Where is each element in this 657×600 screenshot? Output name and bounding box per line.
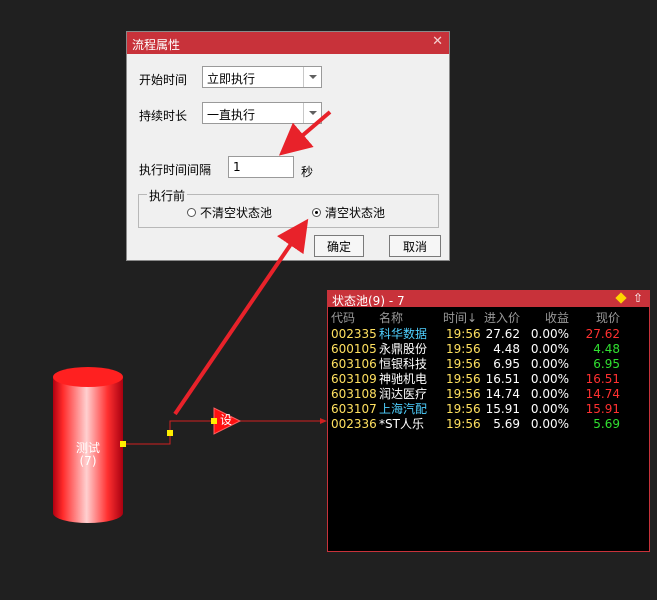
- cell-gain: 0.00%: [530, 387, 569, 401]
- cell-time: 19:56: [446, 327, 481, 341]
- cell-gain: 0.00%: [530, 417, 569, 431]
- cell-time: 19:56: [446, 387, 481, 401]
- cell-name: *ST人乐: [379, 417, 424, 431]
- cell-time: 19:56: [446, 402, 481, 416]
- condition-node-label: 设: [220, 413, 233, 427]
- cell-code: 002335: [331, 327, 377, 341]
- cell-gain: 0.00%: [530, 357, 569, 371]
- diamond-icon[interactable]: [615, 292, 627, 304]
- cell-time: 19:56: [446, 357, 481, 371]
- cell-price: 14.74: [585, 387, 620, 401]
- col-header-entry[interactable]: 进入价: [482, 309, 520, 325]
- cell-time: 19:56: [446, 417, 481, 431]
- cell-code: 603106: [331, 357, 377, 371]
- cell-time: 19:56: [446, 342, 481, 356]
- pool-title: 状态池(9) - 7: [332, 294, 405, 308]
- port-handle[interactable]: [167, 430, 173, 436]
- cell-code: 600105: [331, 342, 377, 356]
- cylinder-bottom: [53, 503, 123, 523]
- cylinder-top: [53, 367, 123, 387]
- cell-entry: 15.91: [485, 402, 520, 416]
- pool-titlebar[interactable]: 状态池(9) - 7 ⇧: [328, 291, 649, 308]
- cell-code: 603109: [331, 372, 377, 386]
- cell-name: 科华数据: [379, 327, 428, 341]
- cell-entry: 16.51: [485, 372, 520, 386]
- cell-entry: 6.95: [493, 357, 520, 371]
- cell-entry: 5.69: [493, 417, 520, 431]
- cell-entry: 27.62: [485, 327, 520, 341]
- up-arrow-icon[interactable]: ⇧: [633, 291, 643, 305]
- col-header-code[interactable]: 代码: [331, 309, 355, 325]
- cell-price: 6.95: [593, 357, 620, 371]
- col-header-time[interactable]: 时间↓: [443, 309, 477, 325]
- cell-code: 603107: [331, 402, 377, 416]
- cell-gain: 0.00%: [530, 372, 569, 386]
- cell-price: 16.51: [585, 372, 620, 386]
- cell-price: 4.48: [593, 342, 620, 356]
- cell-name: 神驰机电: [379, 372, 428, 386]
- source-count: (7): [79, 454, 97, 468]
- connector-arrowhead: [320, 418, 327, 424]
- cell-price: 15.91: [585, 402, 620, 416]
- cell-name: 上海汽配: [379, 402, 428, 416]
- col-header-price[interactable]: 现价: [590, 309, 620, 325]
- cell-gain: 0.00%: [530, 327, 569, 341]
- annotation-arrow: [278, 110, 332, 156]
- cell-entry: 14.74: [485, 387, 520, 401]
- cell-gain: 0.00%: [530, 342, 569, 356]
- col-header-gain[interactable]: 收益: [533, 309, 569, 325]
- cell-time: 19:56: [446, 372, 481, 386]
- annotation-arrow: [173, 218, 309, 416]
- cell-name: 永鼎股份: [379, 342, 428, 356]
- cell-price: 5.69: [593, 417, 620, 431]
- status-pool-panel[interactable]: 状态池(9) - 7 ⇧ 代码 名称 时间↓ 进入价 收益 现价 002335 科…: [327, 290, 650, 552]
- cell-entry: 4.48: [493, 342, 520, 356]
- cell-code: 002336: [331, 417, 377, 431]
- port-handle[interactable]: [211, 418, 217, 424]
- cell-gain: 0.00%: [530, 402, 569, 416]
- cell-code: 603108: [331, 387, 377, 401]
- cell-name: 润达医疗: [379, 387, 428, 401]
- source-cylinder[interactable]: 测试 (7): [53, 367, 123, 523]
- cell-name: 恒银科技: [379, 357, 428, 371]
- col-header-name[interactable]: 名称: [379, 309, 403, 325]
- cell-price: 27.62: [585, 327, 620, 341]
- port-handle[interactable]: [120, 441, 126, 447]
